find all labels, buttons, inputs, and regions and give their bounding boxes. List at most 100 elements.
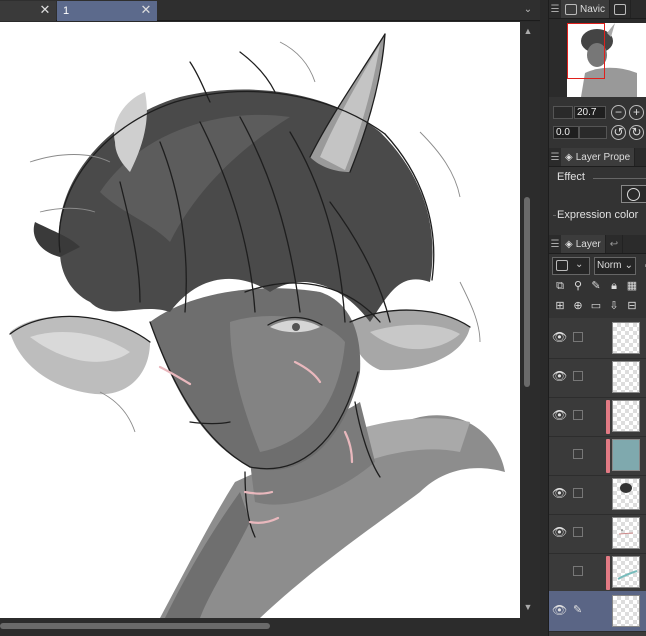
zoom-value[interactable]: 20.7 [574,106,606,119]
chevron-down-icon[interactable]: ▼ [523,602,533,612]
layer-toolbar: ⌄ Norm ⌄ ▪ ⧉ ⚲ ✎ 🔒︎ ▦ ⊞ ⊕ ▭ ⇩ ⊟ [549,254,646,318]
new-folder-icon[interactable]: ▭ [588,298,604,314]
document-tab-previous[interactable]: ✕ [0,1,56,21]
layer-row[interactable]: 👁︎ ✎ [549,591,646,632]
layer-property-body: Effect Expression color [549,167,646,233]
layer-row[interactable]: 👁︎ [549,318,646,359]
tab-label: Layer [575,238,601,250]
zoom-slider[interactable] [553,106,573,119]
combine-icon[interactable]: ⊟ [624,298,640,314]
layer-color-icon [556,260,568,271]
pen-icon: ✎ [573,604,583,616]
border-effect-button[interactable] [621,185,646,203]
navigator-view-frame[interactable] [567,23,605,79]
new-raster-layer-icon[interactable]: ⊞ [552,298,568,314]
document-tab-current[interactable]: 1 ✕ [57,1,157,21]
layer-thumbnail [612,322,640,354]
layer-row[interactable]: 👁︎ [549,513,646,554]
close-icon[interactable]: ✕ [139,3,153,17]
tab-layer[interactable]: ◈ Layer [561,235,606,253]
layer-row[interactable] [549,435,646,476]
blend-mode-select[interactable]: Norm ⌄ [594,257,636,275]
layer-thumbnail [612,517,640,549]
edit-target-box[interactable] [573,488,583,498]
clip-marker [606,400,610,434]
layers-icon: ◈ [565,238,573,250]
divider [553,215,556,216]
panel-menu-icon[interactable]: ☰ [549,148,561,167]
layer-list: 👁︎ 👁︎ 👁︎ 👁︎ 👁︎ 👁︎ ✎ [549,318,646,636]
layer-row[interactable]: 👁︎ [549,396,646,437]
new-vector-layer-icon[interactable]: ⊕ [570,298,586,314]
tab-layer-property[interactable]: ◈ Layer Prope [561,148,636,166]
horizontal-scroll-thumb[interactable] [0,623,270,629]
layer-row[interactable]: 👁︎ [549,474,646,515]
tab-label: Layer Prope [575,151,631,163]
edit-target-box[interactable] [573,566,583,576]
edit-target-box[interactable] [573,527,583,537]
eye-icon[interactable]: 👁︎ [552,487,567,499]
horizontal-scrollbar[interactable] [0,618,540,636]
eye-icon[interactable]: 👁︎ [552,370,567,382]
chevron-down-icon: ⌄ [575,259,584,270]
lock-transparency-icon[interactable]: ▦ [624,278,640,294]
navigator-panel-header: ☰ Navic [549,0,646,19]
panel-menu-icon[interactable]: ☰ [549,0,561,19]
drawing-canvas[interactable] [0,22,520,618]
rotation-slider[interactable] [579,126,607,139]
eye-icon[interactable]: 👁︎ [552,331,567,343]
rotate-right-icon[interactable]: ↻ [629,125,644,140]
right-panel-dock: ☰ Navic 20.7 − + 0.0 ↺ ↻ ☰ ◈ Layer Prope… [548,0,646,636]
layers-icon: ◈ [565,151,573,163]
layer-property-panel-header: ☰ ◈ Layer Prope [549,148,646,167]
eye-icon[interactable] [552,565,566,577]
navigator-icon [565,3,577,15]
navigator-controls: 20.7 − + 0.0 ↺ ↻ [549,100,646,146]
layer-thumbnail [612,439,640,471]
document-tab-bar: ✕ 1 ✕ ⌄ [0,0,540,21]
eye-icon[interactable] [552,448,566,460]
lock-icon[interactable]: 🔒︎ [606,278,622,294]
close-icon[interactable]: ✕ [38,3,52,17]
edit-target-box[interactable] [573,410,583,420]
opacity-icon[interactable]: ▪ [639,258,646,274]
chevron-down-icon[interactable]: ⌄ [522,4,534,16]
vertical-scrollbar[interactable]: ▲ ▼ [520,22,540,618]
layer-row[interactable]: 👁︎ [549,357,646,398]
eye-icon[interactable]: 👁︎ [552,604,567,616]
edit-target-box[interactable] [573,371,583,381]
chevron-up-icon[interactable]: ▲ [523,26,533,36]
edit-target-box[interactable] [573,332,583,342]
vertical-scroll-thumb[interactable] [524,197,530,387]
blend-mode-value: Norm [597,260,622,271]
tab-navigator[interactable]: Navic [561,0,611,18]
eye-icon[interactable]: 👁︎ [552,526,567,538]
tab-secondary[interactable] [610,0,632,18]
zoom-out-icon[interactable]: − [611,105,626,120]
clip-layer-icon[interactable]: ⧉ [552,278,568,294]
layer-color-select[interactable]: ⌄ [552,257,590,275]
navigator-preview[interactable] [549,19,646,97]
draft-layer-icon[interactable]: ✎ [588,278,604,294]
effect-label: Effect [557,171,585,183]
undo-icon: ↩ [609,238,619,250]
zoom-in-icon[interactable]: + [629,105,644,120]
layer-thumbnail [612,556,640,588]
layer-thumbnail [612,478,640,510]
expression-color-label: Expression color [557,209,639,221]
tab-label: Navic [580,3,606,15]
layer-row[interactable] [549,552,646,593]
transfer-down-icon[interactable]: ⇩ [606,298,622,314]
reference-layer-icon[interactable]: ⚲ [570,278,586,294]
edit-target-box[interactable] [573,449,583,459]
rotation-value[interactable]: 0.0 [553,126,579,139]
eye-icon[interactable]: 👁︎ [552,409,567,421]
panel-menu-icon[interactable]: ☰ [549,235,561,254]
tab-history[interactable]: ↩ [605,235,624,253]
chevron-down-icon: ⌄ [624,260,633,271]
window-icon [614,3,627,15]
rotate-left-icon[interactable]: ↺ [611,125,626,140]
layer-thumbnail [612,400,640,432]
layer-thumbnail [612,361,640,393]
layer-panel-header: ☰ ◈ Layer ↩ [549,235,646,254]
